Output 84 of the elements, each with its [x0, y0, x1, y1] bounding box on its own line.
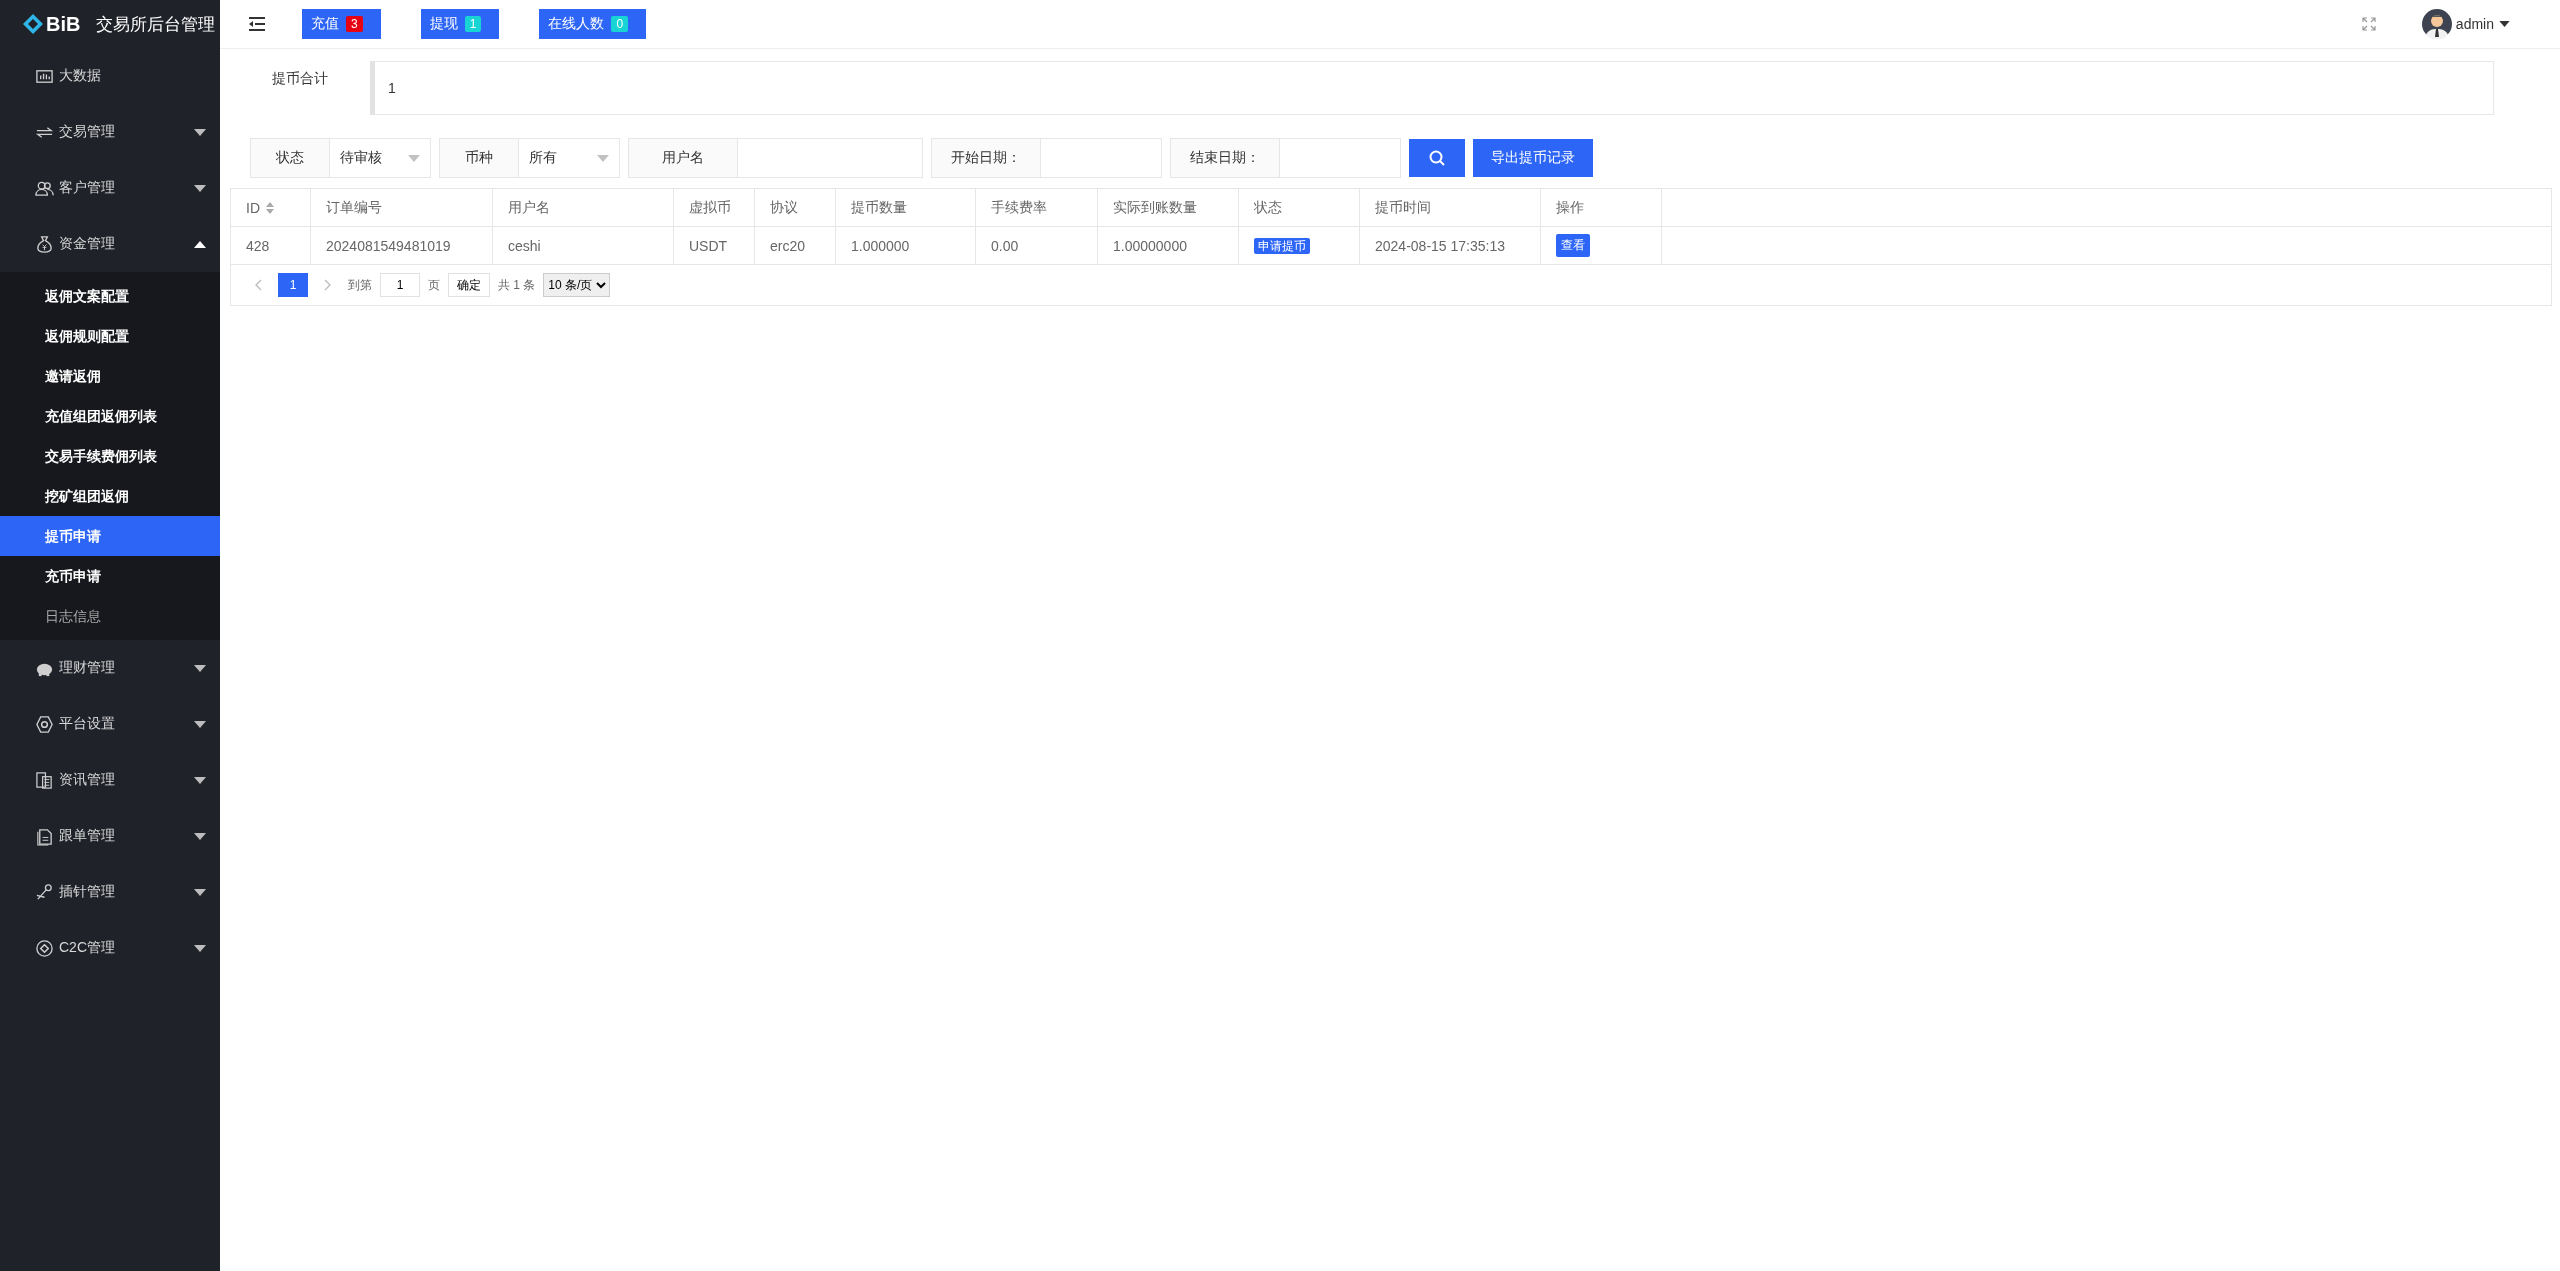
count-badge: 1 [464, 16, 482, 32]
table-cell: 1.00000000 [1097, 226, 1239, 265]
table-cell: 1.000000 [835, 226, 976, 265]
table-cell: 428 [230, 226, 311, 265]
logo-icon [22, 13, 44, 35]
money-bag-icon [35, 234, 54, 254]
sidebar-item[interactable]: 客户管理 [0, 160, 220, 216]
column-title: ID [246, 199, 260, 216]
column-header: 状态 [1238, 188, 1360, 227]
logo-text: BiB [46, 12, 81, 36]
sidebar-item[interactable]: 理财管理 [0, 640, 220, 696]
avatar-icon[interactable] [2421, 9, 2452, 39]
table-cell: 2024-08-15 17:35:13 [1359, 226, 1541, 265]
table-cell: 2024081549481019 [310, 226, 493, 265]
caret-down-icon [194, 664, 206, 672]
column-header: 提币时间 [1359, 188, 1541, 227]
column-header: 手续费率 [975, 188, 1098, 227]
page-button[interactable]: 1 [278, 273, 308, 297]
view-button[interactable]: 查看 [1556, 234, 1590, 257]
submenu-item[interactable]: 充值组团返佣列表 [0, 396, 220, 436]
total-field: 1 [370, 61, 2494, 115]
goto-label: 到第 [348, 276, 372, 294]
page-size-select[interactable]: 10 条/页 [543, 273, 611, 297]
sidebar-item[interactable]: 插针管理 [0, 864, 220, 920]
submenu-item[interactable]: 挖矿组团返佣 [0, 476, 220, 516]
caret-down-icon [194, 888, 206, 896]
caret-down-icon [194, 776, 206, 784]
quick-button[interactable]: 充值 3 [302, 9, 381, 39]
app-title: 交易所后台管理 [96, 13, 216, 36]
column-header: 提币数量 [835, 188, 976, 227]
chevron-right-icon[interactable] [324, 279, 332, 291]
sidebar-item[interactable]: 资讯管理 [0, 752, 220, 808]
column-header: 实际到账数量 [1097, 188, 1239, 227]
sidebar-item[interactable]: 资金管理 [0, 216, 220, 272]
page-unit: 页 [428, 276, 440, 294]
export-button[interactable]: 导出提币记录 [1473, 139, 1593, 177]
column-header: 虚拟币 [673, 188, 755, 227]
documents-icon [35, 770, 54, 790]
submenu-item[interactable]: 交易手续费佣列表 [0, 436, 220, 476]
fullscreen-icon[interactable] [2361, 17, 2376, 31]
chevron-left-icon[interactable] [254, 279, 262, 291]
count-badge: 0 [611, 16, 629, 32]
search-icon [1428, 149, 1446, 167]
table-cell: 0.00 [975, 226, 1098, 265]
confirm-button[interactable]: 确定 [448, 273, 490, 297]
quick-button[interactable]: 提现 1 [420, 9, 500, 39]
document-icon [35, 826, 54, 846]
submenu-item[interactable]: 返佣文案配置 [0, 276, 220, 316]
sort-icon[interactable] [266, 201, 274, 214]
sidebar-item[interactable]: C2C管理 [0, 920, 220, 976]
field-label: 提币合计 [271, 69, 329, 88]
caret-down-icon [2499, 21, 2510, 27]
column-header: 订单编号 [310, 188, 493, 227]
column-header: 操作 [1540, 188, 1662, 227]
sidebar-item[interactable]: 交易管理 [0, 104, 220, 160]
submenu-item[interactable]: 充币申请 [0, 556, 220, 596]
caret-down-icon [194, 944, 206, 952]
pin-icon [35, 882, 54, 902]
sidebar-item[interactable]: 大数据 [0, 48, 220, 104]
caret-down-icon [194, 720, 206, 728]
sidebar-item[interactable]: 平台设置 [0, 696, 220, 752]
sidebar-item[interactable]: 跟单管理 [0, 808, 220, 864]
submenu-item[interactable]: 邀请返佣 [0, 356, 220, 396]
caret-down-icon [194, 128, 206, 136]
table-cell: ceshi [492, 226, 674, 265]
submenu-item[interactable]: 提币申请 [0, 516, 220, 556]
status-tag: 申请提币 [1254, 237, 1310, 254]
caret-down-icon [194, 832, 206, 840]
hexagon-icon [35, 714, 54, 734]
table-cell: erc20 [754, 226, 836, 265]
caret-down-icon [194, 184, 206, 192]
caret-up-icon [194, 240, 206, 248]
quick-button[interactable]: 在线人数 0 [539, 9, 647, 39]
menu-icon[interactable] [248, 17, 266, 31]
count-badge: 3 [346, 16, 363, 32]
search-button[interactable] [1409, 139, 1465, 177]
username[interactable]: admin [2455, 16, 2494, 32]
submenu-item[interactable]: 返佣规则配置 [0, 316, 220, 356]
page-input[interactable]: 1 [380, 273, 420, 297]
column-header: 用户名 [492, 188, 674, 227]
column-header: 协议 [754, 188, 836, 227]
table-cell: USDT [673, 226, 755, 265]
circle-icon [35, 938, 54, 958]
total-count: 共 1 条 [498, 276, 536, 294]
